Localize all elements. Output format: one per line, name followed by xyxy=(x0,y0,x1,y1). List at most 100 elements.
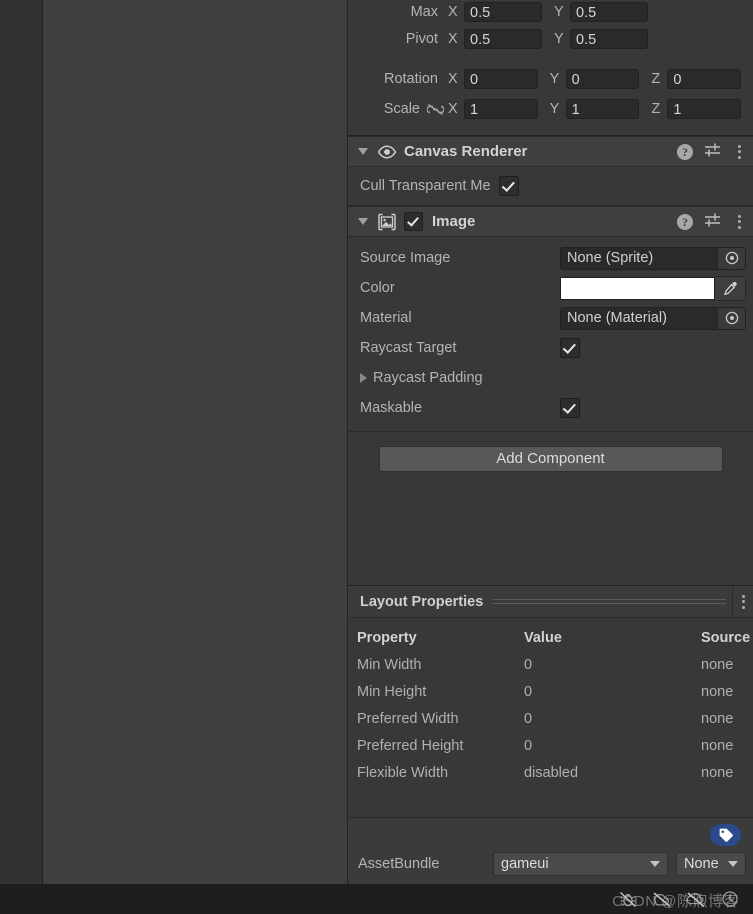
column-header-property: Property xyxy=(357,630,524,646)
asset-bundle-variant-dropdown[interactable]: None xyxy=(676,852,746,876)
clock-icon[interactable] xyxy=(719,889,741,909)
maskable-checkbox[interactable] xyxy=(560,398,580,418)
inspector-panel: Max X 0.5 Y 0.5 Pivot X 0.5 Y 0.5 Rotati… xyxy=(348,0,753,884)
cell-value: 0 xyxy=(524,657,701,673)
material-label: Material xyxy=(360,310,560,326)
row-color: Color xyxy=(348,273,753,303)
image-component-body: Source Image None (Sprite) Color xyxy=(348,237,753,432)
transform-row-pivot: Pivot X 0.5 Y 0.5 xyxy=(348,24,753,54)
asset-bundle-name-value: gameui xyxy=(494,856,648,872)
color-swatch[interactable] xyxy=(560,277,715,300)
preset-sliders-icon[interactable] xyxy=(704,142,722,162)
scene-hierarchy-area[interactable] xyxy=(43,0,348,884)
asset-bundle-name-dropdown[interactable]: gameui xyxy=(493,852,668,876)
pivot-x-input[interactable]: 0.5 xyxy=(464,29,542,49)
preset-sliders-icon[interactable] xyxy=(704,212,722,232)
axis-label-y: Y xyxy=(554,31,570,47)
add-component-area: Add Component xyxy=(348,432,753,586)
eyedropper-icon[interactable] xyxy=(715,276,746,301)
transform-row-rotation: Rotation X 0 Y 0 Z 0 xyxy=(348,64,753,94)
row-maskable: Maskable xyxy=(348,393,753,423)
table-row: Min Height 0 none xyxy=(348,678,753,705)
row-raycast-target: Raycast Target xyxy=(348,333,753,363)
pivot-y-input[interactable]: 0.5 xyxy=(570,29,648,49)
bug-muted-icon[interactable] xyxy=(617,889,639,909)
image-enabled-checkbox[interactable] xyxy=(404,212,423,231)
table-row: Preferred Height 0 none xyxy=(348,732,753,759)
cell-value: disabled xyxy=(524,765,701,781)
table-row: Preferred Width 0 none xyxy=(348,705,753,732)
object-picker-icon[interactable] xyxy=(718,248,745,269)
scale-y-input[interactable]: 1 xyxy=(566,99,640,119)
tag-icon[interactable] xyxy=(710,824,741,846)
kebab-menu-icon[interactable] xyxy=(733,215,745,229)
asset-bundle-footer: AssetBundle gameui None xyxy=(348,817,753,884)
cell-property: Min Height xyxy=(357,684,524,700)
foldout-arrow-icon[interactable] xyxy=(358,148,368,155)
component-title: Image xyxy=(432,213,677,230)
color-label: Color xyxy=(360,280,560,296)
transform-row-max: Max X 0.5 Y 0.5 xyxy=(348,0,753,24)
eye-icon xyxy=(377,142,397,162)
cell-property: Preferred Width xyxy=(357,711,524,727)
cell-value: 0 xyxy=(524,738,701,754)
kebab-menu-icon[interactable] xyxy=(733,145,745,159)
help-icon[interactable]: ? xyxy=(677,144,693,160)
row-raycast-padding[interactable]: Raycast Padding xyxy=(348,363,753,393)
row-label-max: Max xyxy=(348,4,448,20)
material-field[interactable]: None (Material) xyxy=(560,307,746,330)
foldout-arrow-icon[interactable] xyxy=(358,218,368,225)
axis-label-y: Y xyxy=(550,101,566,117)
cell-source: none xyxy=(701,765,733,781)
rotation-z-input[interactable]: 0 xyxy=(667,69,741,89)
maskable-label: Maskable xyxy=(360,400,560,416)
color-field[interactable] xyxy=(560,277,746,300)
cell-value: 0 xyxy=(524,684,701,700)
raycast-target-checkbox[interactable] xyxy=(560,338,580,358)
cell-source: none xyxy=(701,738,733,754)
cell-property: Preferred Height xyxy=(357,738,524,754)
material-value: None (Material) xyxy=(561,310,718,326)
row-label-pivot: Pivot xyxy=(348,31,448,47)
row-label-scale: Scale xyxy=(348,101,424,117)
scale-z-input[interactable]: 1 xyxy=(667,99,741,119)
cell-source: none xyxy=(701,711,733,727)
axis-label-x: X xyxy=(448,71,464,87)
axis-label-z: Z xyxy=(651,71,667,87)
raycast-padding-label: Raycast Padding xyxy=(373,370,483,386)
component-header-canvas-renderer[interactable]: Canvas Renderer ? xyxy=(348,136,753,167)
foldout-collapsed-icon[interactable] xyxy=(360,373,367,383)
max-x-input[interactable]: 0.5 xyxy=(464,2,542,22)
layout-properties-header[interactable]: Layout Properties xyxy=(348,586,753,618)
help-icon[interactable]: ? xyxy=(677,214,693,230)
cull-transparent-mesh-checkbox[interactable] xyxy=(499,176,519,196)
kebab-menu-icon[interactable] xyxy=(733,595,753,609)
layout-properties-table: Property Value Source Min Width 0 none M… xyxy=(348,618,753,790)
cell-source: none xyxy=(701,684,733,700)
axis-label-x: X xyxy=(448,31,464,47)
max-y-input[interactable]: 0.5 xyxy=(570,2,648,22)
layout-properties-title: Layout Properties xyxy=(360,594,483,610)
cloud-muted-icon[interactable] xyxy=(685,889,707,909)
asset-bundle-label: AssetBundle xyxy=(358,856,493,872)
cell-property: Min Width xyxy=(357,657,524,673)
object-picker-icon[interactable] xyxy=(718,308,745,329)
row-source-image: Source Image None (Sprite) xyxy=(348,243,753,273)
cull-transparent-mesh-row: Cull Transparent Me xyxy=(348,167,753,206)
axis-label-y: Y xyxy=(550,71,566,87)
cell-value: 0 xyxy=(524,711,701,727)
column-header-value: Value xyxy=(524,630,701,646)
add-component-button[interactable]: Add Component xyxy=(379,446,723,472)
axis-label-x: X xyxy=(448,101,464,117)
rotation-y-input[interactable]: 0 xyxy=(566,69,640,89)
transform-row-scale: Scale X 1 Y 1 Z 1 xyxy=(348,94,753,124)
cell-source: none xyxy=(701,657,733,673)
component-header-image[interactable]: Image ? xyxy=(348,206,753,237)
collab-muted-icon[interactable] xyxy=(651,889,673,909)
source-image-field[interactable]: None (Sprite) xyxy=(560,247,746,270)
scale-x-input[interactable]: 1 xyxy=(464,99,538,119)
rect-transform-fields: Max X 0.5 Y 0.5 Pivot X 0.5 Y 0.5 Rotati… xyxy=(348,0,753,136)
chevron-down-icon xyxy=(650,861,660,867)
broken-link-icon[interactable] xyxy=(424,103,446,116)
rotation-x-input[interactable]: 0 xyxy=(464,69,538,89)
